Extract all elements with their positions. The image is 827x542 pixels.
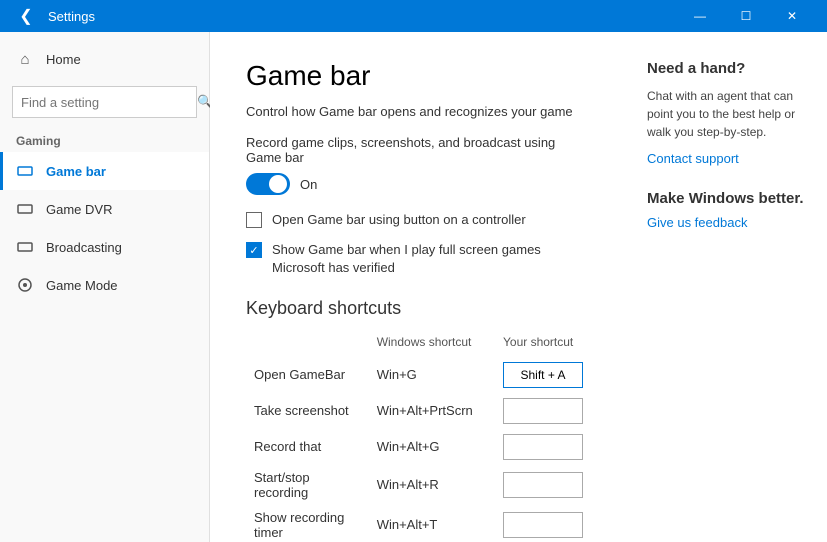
- shortcut-input[interactable]: [503, 398, 583, 424]
- shortcut-input[interactable]: [503, 362, 583, 388]
- shortcut-windows: Win+G: [369, 357, 495, 393]
- search-box[interactable]: 🔍: [12, 86, 197, 118]
- feedback-link[interactable]: Give us feedback: [647, 215, 807, 230]
- page-title: Game bar: [246, 60, 591, 92]
- help-panel: Need a hand? Chat with an agent that can…: [627, 32, 827, 542]
- game-bar-toggle[interactable]: [246, 173, 290, 195]
- page-subtitle: Control how Game bar opens and recognize…: [246, 104, 591, 119]
- help-title: Need a hand?: [647, 60, 807, 77]
- table-row: Take screenshotWin+Alt+PrtScrn: [246, 393, 591, 429]
- sidebar-item-home[interactable]: ⌂ Home: [0, 40, 209, 78]
- shortcut-yours: [495, 465, 591, 505]
- col-yours-header: Your shortcut: [495, 331, 591, 357]
- checkbox-row-2: ✓ Show Game bar when I play full screen …: [246, 241, 591, 277]
- home-icon: ⌂: [16, 50, 34, 68]
- sidebar-item-game-mode-label: Game Mode: [46, 278, 118, 293]
- shortcut-windows: Win+Alt+R: [369, 465, 495, 505]
- app-body: ⌂ Home 🔍 Gaming Game bar Game DVR Broadc…: [0, 32, 827, 542]
- sidebar-item-game-dvr-label: Game DVR: [46, 202, 112, 217]
- col-windows-header: Windows shortcut: [369, 331, 495, 357]
- shortcut-input[interactable]: [503, 512, 583, 538]
- toggle-row: On: [246, 173, 591, 195]
- col-action-header: [246, 331, 369, 357]
- titlebar-title: Settings: [48, 9, 95, 24]
- broadcasting-icon: [16, 238, 34, 256]
- toggle-section-label: Record game clips, screenshots, and broa…: [246, 135, 591, 165]
- sidebar-section-gaming: Gaming: [0, 126, 209, 152]
- sidebar-item-game-bar[interactable]: Game bar: [0, 152, 209, 190]
- sidebar-item-game-bar-label: Game bar: [46, 164, 106, 179]
- table-row: Record thatWin+Alt+G: [246, 429, 591, 465]
- sidebar-item-game-dvr[interactable]: Game DVR: [0, 190, 209, 228]
- shortcut-input[interactable]: [503, 472, 583, 498]
- sidebar-item-broadcasting[interactable]: Broadcasting: [0, 228, 209, 266]
- table-row: Start/stop recordingWin+Alt+R: [246, 465, 591, 505]
- checkbox-row-1: Open Game bar using button on a controll…: [246, 211, 591, 229]
- minimize-button[interactable]: —: [677, 0, 723, 32]
- checkbox-controller[interactable]: [246, 212, 262, 228]
- shortcut-input[interactable]: [503, 434, 583, 460]
- help-text: Chat with an agent that can point you to…: [647, 87, 807, 141]
- shortcut-yours: [495, 357, 591, 393]
- shortcut-action: Record that: [246, 429, 369, 465]
- game-bar-icon: [16, 162, 34, 180]
- shortcut-action: Open GameBar: [246, 357, 369, 393]
- sidebar-item-game-mode[interactable]: Game Mode: [0, 266, 209, 304]
- contact-support-link[interactable]: Contact support: [647, 151, 807, 166]
- table-row: Open GameBarWin+G: [246, 357, 591, 393]
- search-input[interactable]: [21, 95, 197, 110]
- make-better-title: Make Windows better.: [647, 190, 807, 207]
- game-mode-icon: [16, 276, 34, 294]
- shortcut-windows: Win+Alt+T: [369, 505, 495, 542]
- sidebar-item-home-label: Home: [46, 52, 81, 67]
- close-button[interactable]: ✕: [769, 0, 815, 32]
- sidebar: ⌂ Home 🔍 Gaming Game bar Game DVR Broadc…: [0, 32, 210, 542]
- titlebar: ❮ Settings — ☐ ✕: [0, 0, 827, 32]
- main-content: Game bar Control how Game bar opens and …: [210, 32, 627, 542]
- shortcut-action: Show recording timer: [246, 505, 369, 542]
- checkbox-controller-label: Open Game bar using button on a controll…: [272, 211, 526, 229]
- back-button[interactable]: ❮: [12, 2, 40, 30]
- sidebar-item-broadcasting-label: Broadcasting: [46, 240, 122, 255]
- shortcut-action: Take screenshot: [246, 393, 369, 429]
- shortcut-yours: [495, 429, 591, 465]
- shortcut-action: Start/stop recording: [246, 465, 369, 505]
- shortcut-windows: Win+Alt+G: [369, 429, 495, 465]
- toggle-label: On: [300, 177, 317, 192]
- table-row: Show recording timerWin+Alt+T: [246, 505, 591, 542]
- maximize-button[interactable]: ☐: [723, 0, 769, 32]
- game-dvr-icon: [16, 200, 34, 218]
- checkbox-verified-label: Show Game bar when I play full screen ga…: [272, 241, 591, 277]
- shortcuts-title: Keyboard shortcuts: [246, 298, 591, 319]
- checkbox-verified[interactable]: ✓: [246, 242, 262, 258]
- shortcut-yours: [495, 393, 591, 429]
- shortcut-yours: [495, 505, 591, 542]
- shortcut-windows: Win+Alt+PrtScrn: [369, 393, 495, 429]
- shortcuts-table: Windows shortcut Your shortcut Open Game…: [246, 331, 591, 542]
- window-controls: — ☐ ✕: [677, 0, 815, 32]
